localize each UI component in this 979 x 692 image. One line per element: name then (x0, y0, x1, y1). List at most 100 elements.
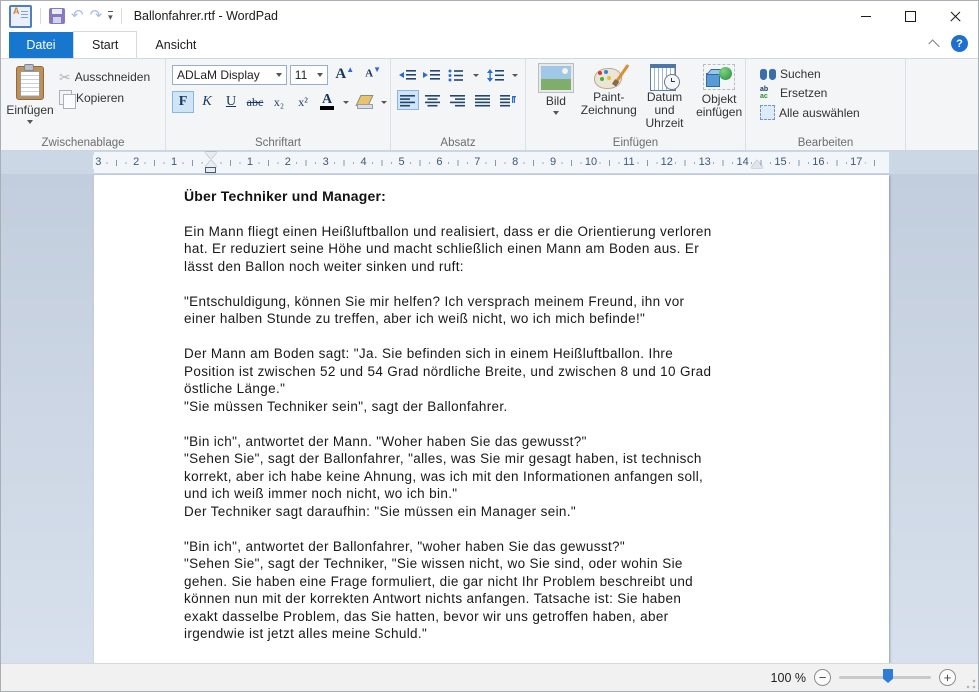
document-line: "Sie müssen Techniker sein", sagt der Ba… (184, 398, 804, 416)
document-line: exakt dasselbe Problem, das Sie hatten, … (184, 608, 804, 626)
customize-toolbar-caret-icon[interactable]: ▾ (108, 11, 113, 21)
italic-button[interactable]: K (196, 91, 218, 113)
maximize-icon (905, 11, 916, 22)
document-line: Position ist zwischen 52 und 54 Grad nör… (184, 363, 804, 381)
zoom-slider[interactable] (839, 676, 931, 679)
line-spacing-button[interactable] (485, 65, 506, 85)
group-font: ADLaM Display 11 A▲ A▼ F K U abc x₂ x² (166, 59, 391, 150)
collapse-ribbon-icon[interactable] (928, 39, 939, 50)
replace-icon: ab ac (760, 86, 776, 100)
select-all-label: Alle auswählen (779, 106, 860, 120)
first-line-indent-marker[interactable] (205, 152, 217, 159)
page: Über Techniker und Manager:Ein Mann flie… (94, 175, 889, 663)
chevron-down-icon[interactable] (381, 101, 387, 104)
redo-icon[interactable]: ↷ (90, 9, 103, 23)
left-indent-marker[interactable] (205, 167, 216, 173)
document-line: "Bin ich", antwortet der Mann. "Woher ha… (184, 433, 804, 451)
superscript-button[interactable]: x² (292, 91, 314, 113)
chevron-down-icon (317, 73, 323, 77)
close-button[interactable] (933, 1, 978, 31)
text-highlight-button[interactable] (354, 91, 376, 113)
document-line: und ich weiß immer noch nicht, wo ich bi… (184, 485, 804, 503)
document-line: einer halben Stunde zu treffen, aber ich… (184, 310, 804, 328)
increase-indent-button[interactable] (421, 65, 442, 85)
tab-view[interactable]: Ansicht (137, 32, 214, 58)
chevron-down-icon[interactable] (473, 74, 479, 77)
align-right-button[interactable] (447, 90, 469, 110)
cut-button[interactable]: ✂ Ausschneiden (59, 70, 150, 84)
ruler-number: 9 (548, 155, 558, 169)
tab-file[interactable]: Datei (9, 32, 73, 58)
document-text[interactable]: Über Techniker und Manager:Ein Mann flie… (184, 188, 804, 643)
status-bar: 100 % − + (1, 663, 978, 691)
replace-button[interactable]: ab ac Ersetzen (760, 86, 905, 100)
picture-label: Bild (546, 95, 566, 108)
align-left-button[interactable] (397, 90, 419, 110)
wordpad-window: ↶ ↷ ▾ Ballonfahrer.rtf - WordPad Datei S… (0, 0, 979, 692)
document-paragraph: Ein Mann fliegt einen Heißluftballon und… (184, 223, 804, 276)
grow-font-button[interactable]: A▲ (331, 65, 358, 85)
scissors-icon: ✂ (59, 71, 71, 83)
document-line: Ein Mann fliegt einen Heißluftballon und… (184, 223, 804, 241)
subscript-button[interactable]: x₂ (268, 91, 290, 113)
select-all-button[interactable]: Alle auswählen (760, 105, 905, 120)
shrink-font-button[interactable]: A▼ (361, 65, 385, 85)
help-icon[interactable]: ? (951, 35, 968, 52)
font-family-select[interactable]: ADLaM Display (172, 65, 287, 85)
maximize-button[interactable] (888, 1, 933, 31)
tab-home[interactable]: Start (73, 31, 137, 58)
datetime-label: Datum und Uhrzeit (638, 91, 691, 130)
minimize-button[interactable] (843, 1, 888, 31)
ruler-number: 14 (734, 155, 750, 169)
right-indent-marker[interactable] (751, 160, 763, 168)
save-icon[interactable] (49, 8, 65, 24)
binoculars-icon (760, 68, 776, 81)
group-label-paragraph: Absatz (391, 137, 525, 149)
font-color-icon: A (320, 94, 334, 110)
document-paragraph: "Entschuldigung, können Sie mir helfen? … (184, 293, 804, 328)
hanging-indent-marker[interactable] (205, 160, 217, 167)
chevron-down-icon[interactable] (512, 74, 518, 77)
align-center-button[interactable] (422, 90, 444, 110)
undo-icon[interactable]: ↶ (71, 9, 84, 23)
ruler[interactable]: 3211234567891011121314151617 (1, 151, 978, 174)
chevron-down-icon[interactable] (343, 101, 349, 104)
copy-button[interactable]: Kopieren (59, 90, 150, 105)
document-paragraph: Der Mann am Boden sagt: "Ja. Sie befinde… (184, 345, 804, 415)
chevron-down-icon (27, 120, 33, 124)
strikethrough-button[interactable]: abc (244, 91, 266, 113)
replace-label: Ersetzen (780, 86, 827, 100)
document-line: irgendwie ist jetzt alles meine Schuld." (184, 625, 804, 643)
zoom-slider-handle[interactable] (883, 669, 893, 683)
font-size-value: 11 (295, 68, 307, 82)
document-line: lässt den Ballon noch weiter sinken und … (184, 258, 804, 276)
group-clipboard: Einfügen ✂ Ausschneiden Kopieren Zwische… (1, 59, 166, 150)
ruler-number: 3 (321, 155, 331, 169)
font-color-button[interactable]: A (316, 91, 338, 113)
group-paragraph: Absatz (391, 59, 526, 150)
underline-button[interactable]: U (220, 91, 242, 113)
window-controls (843, 1, 978, 31)
ribbon-tab-row: Datei Start Ansicht ? (1, 31, 978, 59)
justify-button[interactable] (472, 90, 494, 110)
font-row-1: ADLaM Display 11 A▲ A▼ (172, 65, 385, 85)
find-button[interactable]: Suchen (760, 67, 905, 81)
group-label-insert: Einfügen (526, 137, 745, 149)
resize-grip-icon[interactable] (966, 679, 976, 689)
bold-button[interactable]: F (172, 91, 194, 113)
group-label-clipboard: Zwischenablage (1, 137, 165, 149)
bullets-button[interactable] (446, 65, 467, 85)
paragraph-settings-button[interactable] (497, 90, 519, 110)
ruler-number: 17 (848, 155, 864, 169)
zoom-in-button[interactable]: + (939, 669, 956, 686)
zoom-out-button[interactable]: − (814, 669, 831, 686)
decrease-indent-icon (399, 69, 417, 82)
font-size-select[interactable]: 11 (290, 65, 329, 85)
document-line: "Entschuldigung, können Sie mir helfen? … (184, 293, 804, 311)
ruler-number: 13 (697, 155, 713, 169)
select-all-icon (760, 105, 775, 120)
decrease-indent-button[interactable] (397, 65, 418, 85)
document-area: Über Techniker und Manager:Ein Mann flie… (1, 174, 978, 663)
minimize-icon (861, 16, 871, 17)
wordpad-app-icon[interactable] (9, 5, 32, 28)
